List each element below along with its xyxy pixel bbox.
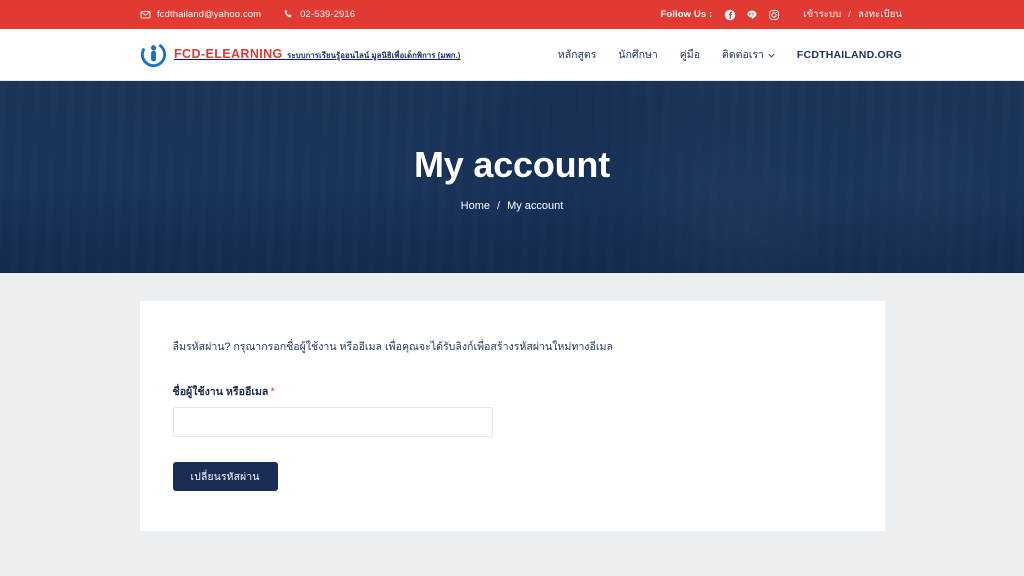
nav-label-fcdthailand: FCDTHAILAND.ORG	[796, 48, 902, 61]
username-or-email-label: ชื่อผู้ใช้งาน หรืออีเมล *	[173, 383, 852, 400]
line-icon[interactable]	[745, 8, 758, 21]
brand-subtitle: ระบบการเรียนรู้ออนไลน์ มูลนิธิเพื่อเด็กพ…	[287, 51, 461, 61]
nav-label-students: นักศึกษา	[618, 49, 658, 61]
follow-us-label: Follow Us :	[660, 9, 713, 20]
nav-item-contact[interactable]: ติดต่อเรา	[722, 46, 775, 63]
nav-label-contact: ติดต่อเรา	[722, 49, 764, 61]
chevron-down-icon	[768, 49, 775, 61]
topbar-phone[interactable]: 02-539-2916	[283, 9, 355, 20]
site-logo[interactable]: FCD-ELEARNING ระบบการเรียนรู้ออนไลน์ มูล…	[140, 41, 460, 68]
nav-item-students[interactable]: นักศึกษา	[618, 46, 657, 63]
username-or-email-label-text: ชื่อผู้ใช้งาน หรืออีเมล	[172, 385, 269, 398]
login-link[interactable]: เข้าระบบ	[803, 7, 841, 22]
brand-text-block: FCD-ELEARNING ระบบการเรียนรู้ออนไลน์ มูล…	[174, 45, 460, 63]
register-link[interactable]: ลงทะเบียน	[858, 7, 902, 22]
utility-topbar: fcdthailand@yahoo.com 02-539-2916 Follow…	[0, 0, 1024, 29]
brand-title: FCD-ELEARNING	[174, 47, 283, 62]
nav-item-manual[interactable]: คู่มือ	[680, 46, 700, 63]
primary-nav: หลักสูตร นักศึกษา คู่มือ ติดต่อเรา FCDTH…	[558, 46, 902, 63]
topbar-contact-group: fcdthailand@yahoo.com 02-539-2916	[140, 9, 355, 20]
page-body: ลืมรหัสผ่าน? กรุณากรอกชื่อผู้ใช้งาน หรือ…	[0, 273, 1024, 576]
breadcrumb: Home / My account	[461, 200, 564, 212]
nav-item-courses[interactable]: หลักสูตร	[558, 46, 597, 63]
topbar-email[interactable]: fcdthailand@yahoo.com	[140, 9, 261, 20]
nav-label-courses: หลักสูตร	[557, 49, 597, 61]
instagram-icon[interactable]	[767, 8, 780, 21]
envelope-icon	[140, 9, 151, 20]
topbar-auth-links: เข้าระบบ / ลงทะเบียน	[803, 7, 902, 22]
topbar-email-text: fcdthailand@yahoo.com	[157, 9, 262, 20]
breadcrumb-current: My account	[507, 199, 564, 212]
topbar-phone-text: 02-539-2916	[300, 9, 356, 20]
lost-password-card: ลืมรหัสผ่าน? กรุณากรอกชื่อผู้ใช้งาน หรือ…	[139, 301, 885, 531]
lost-password-intro: ลืมรหัสผ่าน? กรุณากรอกชื่อผู้ใช้งาน หรือ…	[172, 341, 613, 353]
auth-separator: /	[848, 9, 852, 20]
page-title: My account	[413, 143, 611, 185]
page-hero: My account Home / My account	[0, 81, 1024, 273]
required-mark: *	[270, 385, 275, 398]
nav-label-manual: คู่มือ	[679, 49, 701, 61]
breadcrumb-home[interactable]: Home	[461, 200, 490, 212]
fcd-logo-icon	[140, 41, 167, 68]
nav-item-fcdthailand[interactable]: FCDTHAILAND.ORG	[797, 49, 902, 61]
phone-icon	[283, 9, 294, 20]
username-or-email-input[interactable]	[172, 406, 493, 437]
facebook-icon[interactable]	[723, 8, 736, 21]
topbar-follow-group: Follow Us : เข้าระบบ / ลงทะเบียน	[660, 7, 902, 22]
breadcrumb-separator: /	[497, 199, 501, 212]
reset-password-button[interactable]: เปลี่ยนรหัสผ่าน	[172, 461, 278, 491]
main-navbar: FCD-ELEARNING ระบบการเรียนรู้ออนไลน์ มูล…	[0, 29, 1024, 81]
